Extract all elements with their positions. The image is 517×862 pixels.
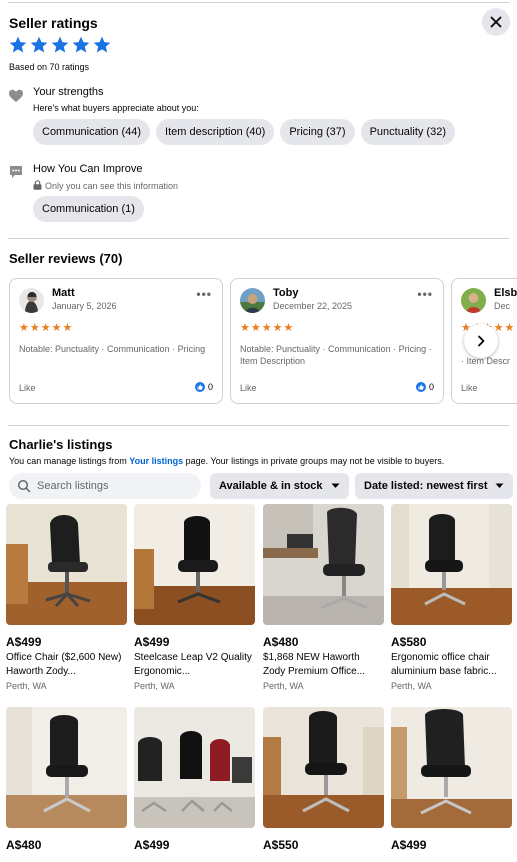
listing-photo[interactable] bbox=[6, 504, 127, 625]
star-icon bbox=[93, 36, 111, 53]
review-tags: Notable: Punctuality · Communication · P… bbox=[19, 344, 206, 354]
more-icon[interactable]: ••• bbox=[417, 287, 433, 301]
like-button[interactable]: Like bbox=[461, 383, 478, 393]
search-bar[interactable] bbox=[9, 473, 201, 499]
search-input[interactable] bbox=[37, 480, 197, 492]
listing-item[interactable]: A$580 Ergonomic office chair aluminium b… bbox=[391, 504, 512, 691]
strength-chip[interactable]: Item description (40) bbox=[156, 119, 275, 145]
listing-title: Ergonomic office chair aluminium base fa… bbox=[391, 652, 497, 677]
stock-filter-dropdown[interactable]: Available & in stock bbox=[210, 473, 349, 499]
like-count: 0 bbox=[415, 382, 434, 392]
review-card: Toby December 22, 2025 ••• ★ ★ ★ ★ ★ Notable… bbox=[230, 278, 444, 404]
listing-price: A$580 bbox=[391, 635, 427, 649]
avatar[interactable] bbox=[19, 288, 44, 313]
improve-subtitle: Only you can see this information bbox=[45, 181, 179, 191]
reviewer-name[interactable]: Elsb bbox=[494, 287, 517, 299]
listing-item[interactable]: A$550 bbox=[263, 707, 384, 856]
reviewer-name[interactable]: Matt bbox=[52, 287, 75, 299]
reviewer-name[interactable]: Toby bbox=[273, 287, 298, 299]
star-icon bbox=[72, 36, 90, 53]
reviews-carousel: Matt January 5, 2026 ••• ★ ★ ★ ★ ★ Notable: … bbox=[9, 278, 517, 404]
star-icon bbox=[9, 36, 27, 53]
listing-price: A$480 bbox=[6, 838, 42, 852]
review-tags: · Item Descr bbox=[461, 356, 511, 366]
listing-item[interactable]: A$499 bbox=[391, 707, 512, 856]
divider bbox=[8, 238, 509, 239]
listing-photo[interactable] bbox=[6, 707, 127, 828]
listing-item[interactable]: A$480 $1,868 NEW Haworth Zody Premium Of… bbox=[263, 504, 384, 691]
search-icon bbox=[17, 479, 31, 493]
caret-down-icon bbox=[495, 483, 504, 488]
review-date: January 5, 2026 bbox=[52, 301, 117, 311]
avatar[interactable] bbox=[240, 288, 265, 313]
chevron-right-icon bbox=[478, 335, 485, 347]
listing-photo[interactable] bbox=[263, 504, 384, 625]
listing-photo[interactable] bbox=[134, 707, 255, 828]
listing-price: A$480 bbox=[263, 635, 299, 649]
listings-title: Charlie's listings bbox=[9, 437, 113, 452]
like-count: 0 bbox=[194, 382, 213, 392]
listing-location: Perth, WA bbox=[391, 681, 432, 691]
improve-chips: Communication (1) bbox=[33, 196, 144, 222]
strengths-chips: Communication (44) Item description (40)… bbox=[33, 119, 455, 145]
review-date: Dec bbox=[494, 301, 511, 311]
based-on-text: Based on 70 ratings bbox=[9, 62, 90, 72]
strength-chip[interactable]: Pricing (37) bbox=[280, 119, 355, 145]
strength-chip[interactable]: Communication (44) bbox=[33, 119, 151, 145]
listing-price: A$499 bbox=[134, 635, 170, 649]
seller-reviews-title: Seller reviews (70) bbox=[9, 251, 123, 266]
listing-price: A$499 bbox=[391, 838, 427, 852]
star-icon bbox=[51, 36, 69, 53]
lock-icon bbox=[33, 180, 42, 190]
listings-note: You can manage listings from Your listin… bbox=[9, 456, 445, 466]
avatar[interactable] bbox=[461, 288, 486, 313]
listing-location: Perth, WA bbox=[6, 681, 47, 691]
listing-photo[interactable] bbox=[391, 707, 512, 828]
your-listings-link[interactable]: Your listings bbox=[129, 456, 183, 466]
caret-down-icon bbox=[331, 483, 340, 488]
listing-photo[interactable] bbox=[391, 504, 512, 625]
chat-icon bbox=[10, 166, 22, 178]
more-icon[interactable]: ••• bbox=[196, 287, 212, 301]
review-stars: ★★★★★ bbox=[19, 322, 73, 334]
top-divider bbox=[8, 2, 509, 3]
rating-stars bbox=[8, 35, 112, 55]
listing-photo[interactable] bbox=[263, 707, 384, 828]
listing-item[interactable]: A$499 bbox=[134, 707, 255, 856]
listing-item[interactable]: A$499 Steelcase Leap V2 Quality Ergonomi… bbox=[134, 504, 255, 691]
thumbs-up-icon bbox=[415, 382, 426, 392]
seller-ratings-title: Seller ratings bbox=[9, 15, 98, 31]
star-icon bbox=[30, 36, 48, 53]
carousel-next-button[interactable] bbox=[464, 324, 498, 358]
review-date: December 22, 2025 bbox=[273, 301, 353, 311]
strength-chip[interactable]: Punctuality (32) bbox=[360, 119, 455, 145]
listing-location: Perth, WA bbox=[263, 681, 304, 691]
like-button[interactable]: Like bbox=[19, 383, 36, 393]
improve-chip[interactable]: Communication (1) bbox=[33, 196, 144, 222]
close-icon bbox=[490, 16, 502, 28]
strengths-subtitle: Here's what buyers appreciate about you: bbox=[33, 103, 199, 113]
thumbs-up-icon bbox=[194, 382, 205, 392]
like-button[interactable]: Like bbox=[240, 383, 257, 393]
strengths-title: Your strengths bbox=[33, 86, 104, 98]
listing-title: Steelcase Leap V2 Quality Ergonomic... bbox=[134, 652, 252, 677]
divider bbox=[8, 425, 509, 426]
close-button[interactable] bbox=[482, 8, 510, 36]
listing-price: A$499 bbox=[6, 635, 42, 649]
listing-location: Perth, WA bbox=[134, 681, 175, 691]
listing-item[interactable]: A$480 bbox=[6, 707, 127, 856]
review-stars: ★★★★★ bbox=[240, 322, 294, 334]
listing-title: Office Chair ($2,600 New) Haworth Zody..… bbox=[6, 652, 122, 677]
listing-price: A$550 bbox=[263, 838, 299, 852]
listing-photo[interactable] bbox=[134, 504, 255, 625]
listing-price: A$499 bbox=[134, 838, 170, 852]
sort-dropdown[interactable]: Date listed: newest first bbox=[355, 473, 514, 499]
review-tags: Notable: Punctuality · Communication · P… bbox=[240, 344, 432, 366]
improve-title: How You Can Improve bbox=[33, 163, 143, 175]
heart-icon bbox=[9, 89, 23, 102]
listing-item[interactable]: A$499 Office Chair ($2,600 New) Haworth … bbox=[6, 504, 127, 691]
listing-title: $1,868 NEW Haworth Zody Premium Office..… bbox=[263, 652, 366, 677]
review-card: Matt January 5, 2026 ••• ★ ★ ★ ★ ★ Notable: … bbox=[9, 278, 223, 404]
